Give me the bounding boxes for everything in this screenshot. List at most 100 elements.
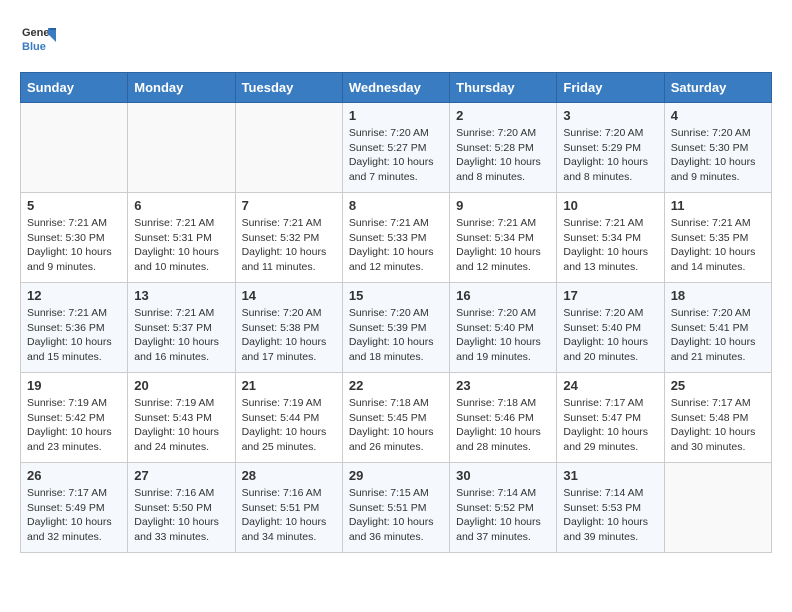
- day-number: 2: [456, 108, 550, 123]
- day-header-saturday: Saturday: [664, 73, 771, 103]
- day-info: Sunrise: 7:20 AM Sunset: 5:38 PM Dayligh…: [242, 306, 336, 365]
- page-header: General Blue: [20, 20, 772, 56]
- day-info: Sunrise: 7:20 AM Sunset: 5:29 PM Dayligh…: [563, 126, 657, 185]
- day-info: Sunrise: 7:21 AM Sunset: 5:33 PM Dayligh…: [349, 216, 443, 275]
- calendar-week-3: 12Sunrise: 7:21 AM Sunset: 5:36 PM Dayli…: [21, 283, 772, 373]
- day-info: Sunrise: 7:18 AM Sunset: 5:46 PM Dayligh…: [456, 396, 550, 455]
- day-info: Sunrise: 7:15 AM Sunset: 5:51 PM Dayligh…: [349, 486, 443, 545]
- calendar-table: SundayMondayTuesdayWednesdayThursdayFrid…: [20, 72, 772, 553]
- day-number: 20: [134, 378, 228, 393]
- calendar-cell: 8 Sunrise: 7:21 AM Sunset: 5:33 PM Daylig…: [342, 193, 449, 283]
- day-info: Sunrise: 7:20 AM Sunset: 5:30 PM Dayligh…: [671, 126, 765, 185]
- calendar-cell: [235, 103, 342, 193]
- calendar-cell: 21 Sunrise: 7:19 AM Sunset: 5:44 PM Dayli…: [235, 373, 342, 463]
- day-info: Sunrise: 7:14 AM Sunset: 5:52 PM Dayligh…: [456, 486, 550, 545]
- day-number: 14: [242, 288, 336, 303]
- day-number: 25: [671, 378, 765, 393]
- calendar-cell: 16 Sunrise: 7:20 AM Sunset: 5:40 PM Dayli…: [450, 283, 557, 373]
- svg-text:Blue: Blue: [22, 41, 46, 53]
- calendar-cell: 14 Sunrise: 7:20 AM Sunset: 5:38 PM Dayli…: [235, 283, 342, 373]
- day-number: 24: [563, 378, 657, 393]
- calendar-cell: 22 Sunrise: 7:18 AM Sunset: 5:45 PM Dayli…: [342, 373, 449, 463]
- day-number: 4: [671, 108, 765, 123]
- day-info: Sunrise: 7:19 AM Sunset: 5:42 PM Dayligh…: [27, 396, 121, 455]
- day-info: Sunrise: 7:20 AM Sunset: 5:27 PM Dayligh…: [349, 126, 443, 185]
- day-header-tuesday: Tuesday: [235, 73, 342, 103]
- day-info: Sunrise: 7:20 AM Sunset: 5:41 PM Dayligh…: [671, 306, 765, 365]
- calendar-cell: 2 Sunrise: 7:20 AM Sunset: 5:28 PM Daylig…: [450, 103, 557, 193]
- day-info: Sunrise: 7:19 AM Sunset: 5:44 PM Dayligh…: [242, 396, 336, 455]
- day-info: Sunrise: 7:21 AM Sunset: 5:34 PM Dayligh…: [563, 216, 657, 275]
- day-number: 16: [456, 288, 550, 303]
- day-number: 6: [134, 198, 228, 213]
- day-number: 15: [349, 288, 443, 303]
- calendar-cell: 26 Sunrise: 7:17 AM Sunset: 5:49 PM Dayli…: [21, 463, 128, 553]
- logo: General Blue: [20, 20, 60, 56]
- calendar-header-row: SundayMondayTuesdayWednesdayThursdayFrid…: [21, 73, 772, 103]
- day-info: Sunrise: 7:16 AM Sunset: 5:51 PM Dayligh…: [242, 486, 336, 545]
- calendar-cell: 27Sunrise: 7:16 AM Sunset: 5:50 PM Dayli…: [128, 463, 235, 553]
- calendar-cell: 1 Sunrise: 7:20 AM Sunset: 5:27 PM Daylig…: [342, 103, 449, 193]
- day-info: Sunrise: 7:19 AM Sunset: 5:43 PM Dayligh…: [134, 396, 228, 455]
- calendar-cell: 20 Sunrise: 7:19 AM Sunset: 5:43 PM Dayli…: [128, 373, 235, 463]
- calendar-week-5: 26 Sunrise: 7:17 AM Sunset: 5:49 PM Dayli…: [21, 463, 772, 553]
- day-info: Sunrise: 7:18 AM Sunset: 5:45 PM Dayligh…: [349, 396, 443, 455]
- day-header-thursday: Thursday: [450, 73, 557, 103]
- day-info: Sunrise: 7:16 AM Sunset: 5:50 PM Dayligh…: [134, 486, 228, 545]
- day-header-monday: Monday: [128, 73, 235, 103]
- calendar-body: 1 Sunrise: 7:20 AM Sunset: 5:27 PM Daylig…: [21, 103, 772, 553]
- day-info: Sunrise: 7:21 AM Sunset: 5:34 PM Dayligh…: [456, 216, 550, 275]
- day-number: 18: [671, 288, 765, 303]
- calendar-cell: 25 Sunrise: 7:17 AM Sunset: 5:48 PM Dayli…: [664, 373, 771, 463]
- day-number: 30: [456, 468, 550, 483]
- day-number: 17: [563, 288, 657, 303]
- day-number: 3: [563, 108, 657, 123]
- day-info: Sunrise: 7:21 AM Sunset: 5:37 PM Dayligh…: [134, 306, 228, 365]
- calendar-cell: 30 Sunrise: 7:14 AM Sunset: 5:52 PM Dayli…: [450, 463, 557, 553]
- day-number: 26: [27, 468, 121, 483]
- calendar-week-1: 1 Sunrise: 7:20 AM Sunset: 5:27 PM Daylig…: [21, 103, 772, 193]
- day-info: Sunrise: 7:14 AM Sunset: 5:53 PM Dayligh…: [563, 486, 657, 545]
- calendar-cell: 9 Sunrise: 7:21 AM Sunset: 5:34 PM Daylig…: [450, 193, 557, 283]
- calendar-cell: 24Sunrise: 7:17 AM Sunset: 5:47 PM Dayli…: [557, 373, 664, 463]
- day-info: Sunrise: 7:21 AM Sunset: 5:32 PM Dayligh…: [242, 216, 336, 275]
- day-info: Sunrise: 7:21 AM Sunset: 5:31 PM Dayligh…: [134, 216, 228, 275]
- calendar-cell: 29 Sunrise: 7:15 AM Sunset: 5:51 PM Dayli…: [342, 463, 449, 553]
- day-number: 21: [242, 378, 336, 393]
- logo-icon: General Blue: [20, 20, 56, 56]
- calendar-cell: [128, 103, 235, 193]
- day-info: Sunrise: 7:20 AM Sunset: 5:40 PM Dayligh…: [563, 306, 657, 365]
- day-number: 7: [242, 198, 336, 213]
- day-number: 19: [27, 378, 121, 393]
- day-number: 8: [349, 198, 443, 213]
- calendar-cell: 10 Sunrise: 7:21 AM Sunset: 5:34 PM Dayli…: [557, 193, 664, 283]
- calendar-cell: 5Sunrise: 7:21 AM Sunset: 5:30 PM Daylig…: [21, 193, 128, 283]
- day-number: 22: [349, 378, 443, 393]
- day-header-sunday: Sunday: [21, 73, 128, 103]
- day-info: Sunrise: 7:20 AM Sunset: 5:40 PM Dayligh…: [456, 306, 550, 365]
- calendar-cell: 23 Sunrise: 7:18 AM Sunset: 5:46 PM Dayli…: [450, 373, 557, 463]
- day-number: 28: [242, 468, 336, 483]
- day-number: 9: [456, 198, 550, 213]
- calendar-cell: 15Sunrise: 7:20 AM Sunset: 5:39 PM Dayli…: [342, 283, 449, 373]
- day-header-wednesday: Wednesday: [342, 73, 449, 103]
- day-number: 29: [349, 468, 443, 483]
- calendar-cell: 28 Sunrise: 7:16 AM Sunset: 5:51 PM Dayli…: [235, 463, 342, 553]
- day-number: 1: [349, 108, 443, 123]
- day-number: 23: [456, 378, 550, 393]
- day-number: 5: [27, 198, 121, 213]
- day-info: Sunrise: 7:17 AM Sunset: 5:48 PM Dayligh…: [671, 396, 765, 455]
- calendar-cell: 18 Sunrise: 7:20 AM Sunset: 5:41 PM Dayli…: [664, 283, 771, 373]
- day-number: 13: [134, 288, 228, 303]
- calendar-cell: 3 Sunrise: 7:20 AM Sunset: 5:29 PM Daylig…: [557, 103, 664, 193]
- calendar-cell: [664, 463, 771, 553]
- day-info: Sunrise: 7:20 AM Sunset: 5:28 PM Dayligh…: [456, 126, 550, 185]
- day-number: 12: [27, 288, 121, 303]
- calendar-cell: 13 Sunrise: 7:21 AM Sunset: 5:37 PM Dayli…: [128, 283, 235, 373]
- calendar-cell: 6 Sunrise: 7:21 AM Sunset: 5:31 PM Daylig…: [128, 193, 235, 283]
- calendar-cell: 4 Sunrise: 7:20 AM Sunset: 5:30 PM Daylig…: [664, 103, 771, 193]
- day-info: Sunrise: 7:17 AM Sunset: 5:49 PM Dayligh…: [27, 486, 121, 545]
- day-number: 10: [563, 198, 657, 213]
- calendar-cell: 17 Sunrise: 7:20 AM Sunset: 5:40 PM Dayli…: [557, 283, 664, 373]
- calendar-week-4: 19 Sunrise: 7:19 AM Sunset: 5:42 PM Dayli…: [21, 373, 772, 463]
